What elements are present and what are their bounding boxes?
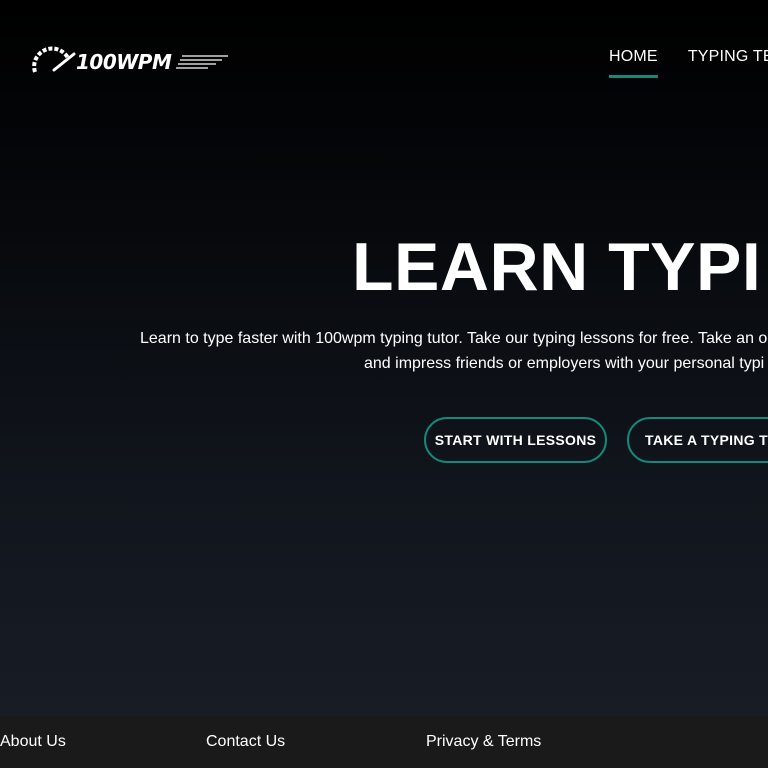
start-with-lessons-button[interactable]: START WITH LESSONS [424, 417, 607, 463]
site-logo[interactable]: 100WPM [32, 44, 232, 80]
nav-home[interactable]: HOME [609, 48, 658, 78]
hero-title: LEARN TYPI [352, 229, 762, 305]
footer-link-privacy-terms[interactable]: Privacy & Terms [426, 733, 541, 751]
footer: About Us Contact Us Privacy & Terms [0, 716, 768, 768]
take-typing-test-button[interactable]: TAKE A TYPING TE [627, 417, 768, 463]
footer-link-contact-us[interactable]: Contact Us [206, 733, 285, 751]
nav-typing-test[interactable]: TYPING TE [688, 48, 768, 76]
hero-description-line-1: Learn to type faster with 100wpm typing … [140, 330, 768, 347]
main-nav: HOME TYPING TE [609, 48, 768, 78]
logo-text: 100WPM [76, 50, 172, 74]
footer-link-about-us[interactable]: About Us [0, 733, 66, 751]
hero-description-line-2: and impress friends or employers with yo… [364, 355, 765, 372]
page: 100WPM HOME TYPING TE LEARN TYPI Learn t… [0, 0, 768, 768]
